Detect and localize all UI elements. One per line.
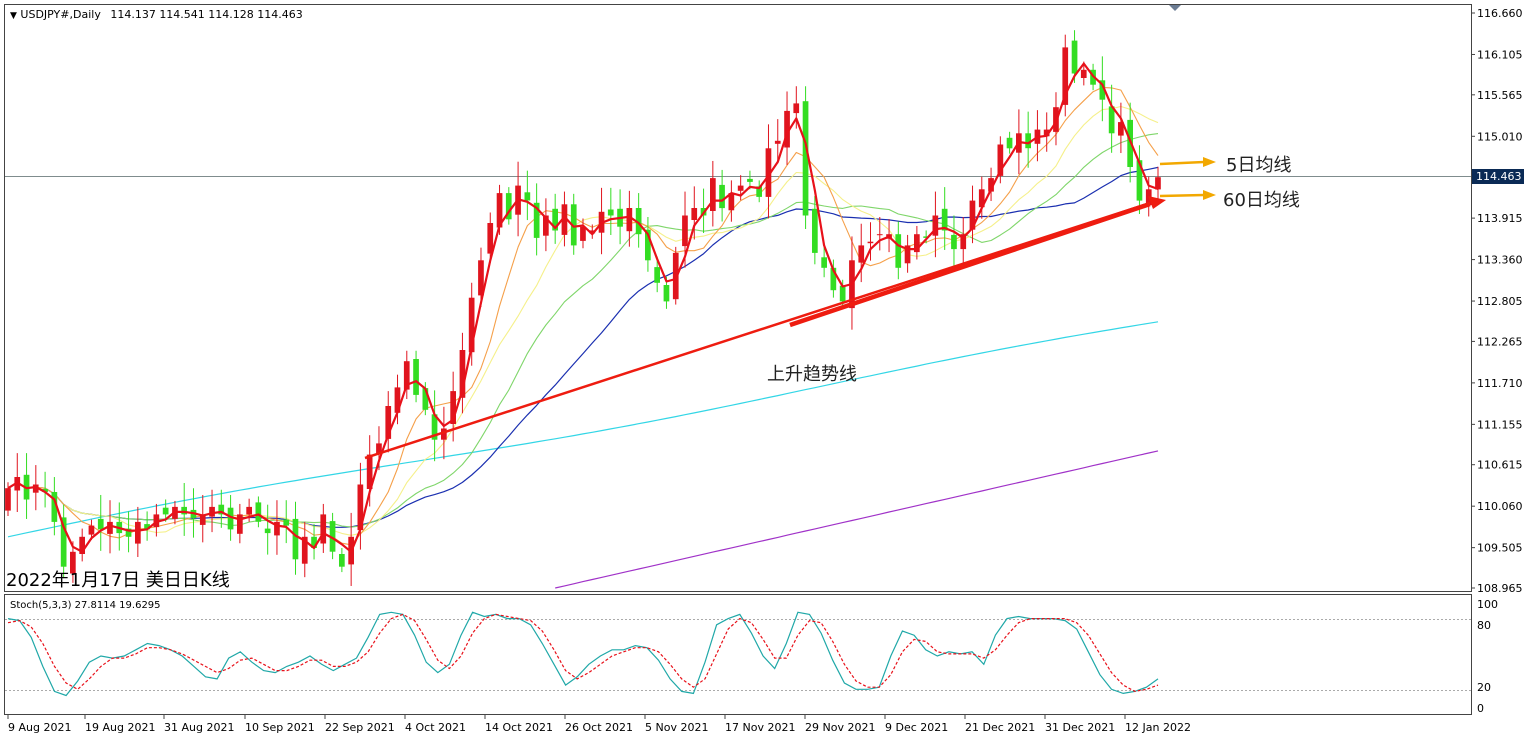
candle-body [654, 267, 660, 283]
candle-body [246, 506, 252, 515]
price-tick-label: 113.360 [1477, 254, 1523, 267]
time-tick-label: 10 Sep 2021 [245, 721, 315, 734]
ohlc-values: 114.137 114.541 114.128 114.463 [110, 8, 303, 21]
candle-body [320, 514, 327, 544]
candle-body [524, 192, 531, 201]
current-price-label: 114.463 [1476, 170, 1522, 183]
candle-body [1006, 137, 1013, 149]
time-tick-label: 17 Nov 2021 [725, 721, 795, 734]
price-tick-label: 110.615 [1477, 459, 1523, 472]
chart-symbol-header: ▼ USDJPY#,Daily 114.137 114.541 114.128 … [10, 8, 303, 21]
candle-body [264, 528, 271, 534]
candle-body [747, 178, 753, 182]
price-tick-label: 112.265 [1477, 335, 1523, 348]
time-tick-label: 9 Aug 2021 [8, 721, 71, 734]
candle-body [580, 226, 586, 241]
candle-body [339, 554, 345, 567]
candle-body [951, 234, 957, 250]
candle-body [135, 521, 141, 544]
candle-body [607, 209, 614, 216]
candle-body [719, 184, 725, 209]
time-tick-label: 5 Nov 2021 [645, 721, 708, 734]
time-tick-label: 12 Jan 2022 [1125, 721, 1191, 734]
candle-body [413, 359, 419, 395]
time-tick-label: 31 Dec 2021 [1045, 721, 1115, 734]
time-tick-label: 9 Dec 2021 [885, 721, 948, 734]
price-tick-label: 111.155 [1477, 418, 1523, 431]
candle-body [710, 178, 716, 211]
candle-body [283, 519, 290, 526]
ma5-annotation: 5日均线 [1226, 155, 1292, 176]
candle-body [867, 241, 874, 244]
stoch-tick-label: 20 [1477, 681, 1491, 694]
time-tick-label: 19 Aug 2021 [85, 721, 155, 734]
main-chart-frame [4, 4, 1472, 592]
time-tick-label: 29 Nov 2021 [805, 721, 875, 734]
candle-body [255, 502, 262, 522]
candle-body [162, 507, 169, 515]
candle-body [88, 525, 95, 535]
candle-body [209, 506, 215, 517]
stoch-axis: 100 80 20 0 [1477, 598, 1498, 715]
price-tick-label: 110.060 [1477, 500, 1523, 513]
price-tick-label: 111.710 [1477, 377, 1523, 390]
candle-body [663, 285, 670, 302]
candle-body [737, 185, 744, 191]
chart-canvas: 116.660 116.105 115.565 115.010 113.915 113.3… [4, 4, 1524, 734]
candle-body [237, 514, 243, 534]
ma60-pointer-arrow [1159, 193, 1205, 198]
candle-body [876, 234, 883, 236]
stoch-tick-label: 0 [1477, 702, 1484, 715]
stoch-tick-label: 80 [1477, 619, 1491, 632]
stoch-tick-label: 100 [1477, 598, 1498, 611]
candle-body [1071, 40, 1078, 74]
time-axis: 9 Aug 2021 19 Aug 2021 31 Aug 2021 10 Sep 2… [7, 714, 1191, 734]
time-tick-label: 4 Oct 2021 [405, 721, 466, 734]
candle-body [774, 140, 781, 144]
time-tick-label: 31 Aug 2021 [164, 721, 234, 734]
candle-body [691, 208, 698, 220]
trendline-annotation: 上升趋势线 [767, 364, 857, 385]
price-tick-label: 115.565 [1477, 89, 1523, 102]
candle-body [793, 103, 800, 114]
collapse-triangle-icon[interactable]: ▼ [10, 11, 17, 21]
time-tick-label: 26 Oct 2021 [565, 721, 633, 734]
candle-body [812, 208, 818, 253]
price-tick-label: 113.915 [1477, 212, 1523, 225]
current-price-tag: 114.463 [1472, 169, 1524, 184]
candle-body [682, 215, 688, 247]
price-tick-label: 109.505 [1477, 542, 1523, 555]
price-axis: 116.660 116.105 115.565 115.010 113.915 113.3… [1471, 7, 1523, 595]
price-tick-label: 108.965 [1477, 582, 1523, 595]
chart-caption: 2022年1月17日 美日日K线 [6, 570, 230, 591]
candle-body [858, 245, 865, 263]
stoch-panel-frame [4, 594, 1472, 715]
price-tick-label: 116.105 [1477, 48, 1523, 61]
candle-body [895, 234, 902, 268]
time-tick-label: 22 Sep 2021 [325, 721, 395, 734]
price-tick-label: 115.010 [1477, 130, 1523, 143]
price-tick-label: 112.805 [1477, 295, 1523, 308]
stoch-title: Stoch(5,3,3) 27.8114 19.6295 [10, 600, 161, 611]
time-tick-label: 21 Dec 2021 [965, 721, 1035, 734]
candle-body [292, 518, 299, 560]
candle-body [626, 208, 633, 232]
candle-body [97, 518, 104, 530]
ma60-annotation: 60日均线 [1223, 190, 1300, 211]
time-tick-label: 14 Oct 2021 [485, 721, 553, 734]
candle-body [839, 285, 846, 302]
candle-body [1080, 69, 1087, 78]
price-tick-label: 116.660 [1477, 7, 1523, 20]
symbol-label: USDJPY#,Daily [20, 8, 101, 21]
candle-body [821, 257, 827, 268]
candle-body [5, 488, 11, 511]
